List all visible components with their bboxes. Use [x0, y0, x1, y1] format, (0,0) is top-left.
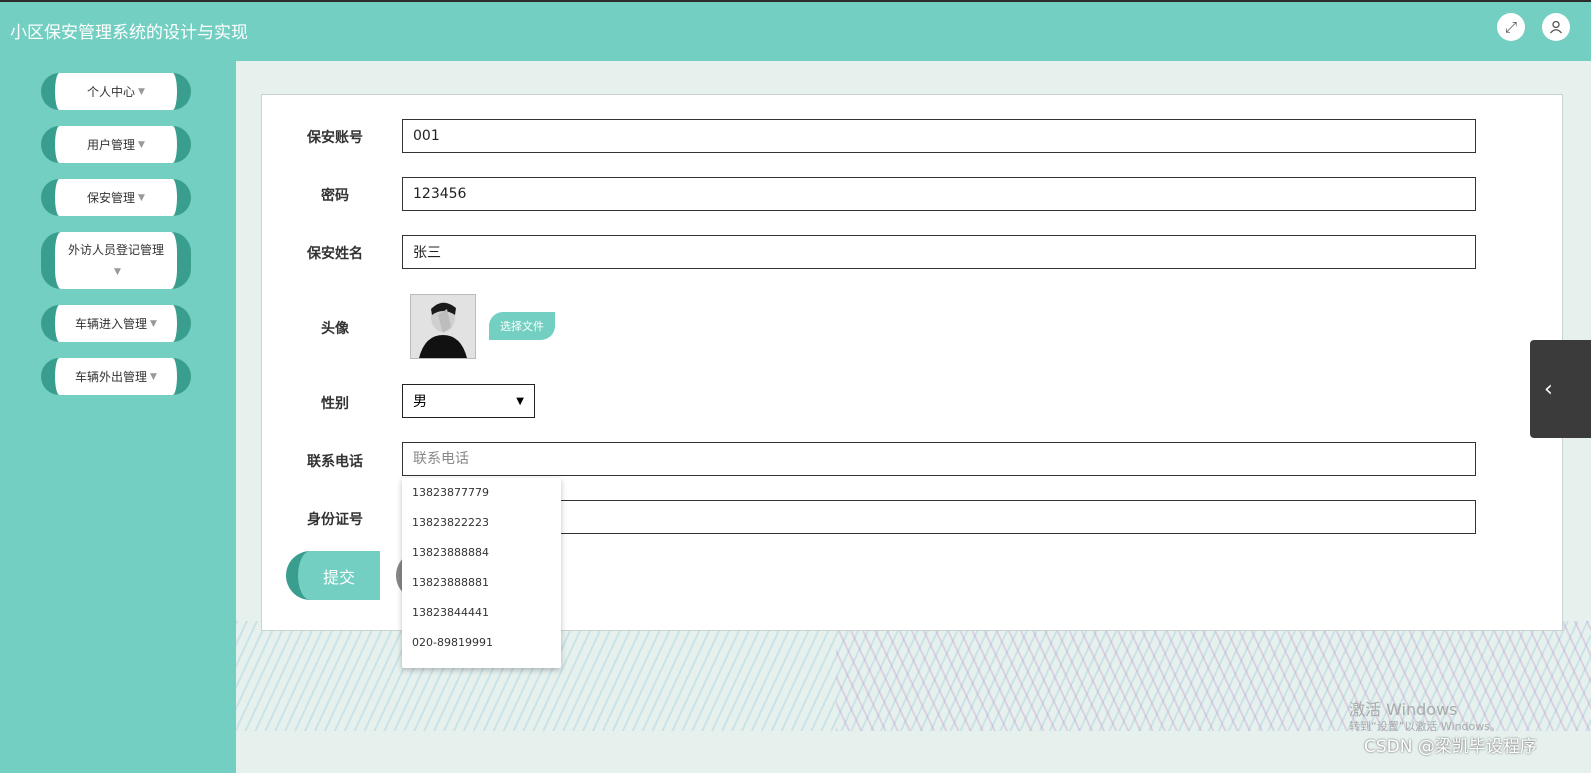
- sidebar-item-user-management[interactable]: 用户管理 ▼: [41, 126, 191, 163]
- watermark-csdn: CSDN @梁凯毕设程序: [1364, 737, 1537, 757]
- submit-button[interactable]: 提交: [286, 551, 380, 600]
- sidebar-item-vehicle-entry[interactable]: 车辆进入管理 ▼: [41, 305, 191, 342]
- gender-select[interactable]: 男 ▼: [402, 384, 535, 418]
- gender-label: 性别: [321, 396, 349, 412]
- autocomplete-option[interactable]: 13823844441: [402, 598, 561, 628]
- caret-down-icon: ▼: [150, 318, 157, 329]
- caret-down-icon: ▼: [114, 266, 121, 277]
- sidebar: 个人中心 ▼ 用户管理 ▼ 保安管理 ▼ 外访人员登记管理▼ 车辆进入管理 ▼ 车辆外出…: [0, 61, 236, 773]
- caret-down-icon: ▼: [150, 371, 157, 382]
- autocomplete-option[interactable]: 020-89819991: [402, 628, 561, 658]
- phone-input[interactable]: [402, 442, 1476, 476]
- sidebar-item-label: 车辆进入管理: [75, 316, 148, 331]
- choose-file-button[interactable]: 选择文件: [489, 312, 555, 340]
- sidebar-item-guard-management[interactable]: 保安管理 ▼: [41, 179, 191, 216]
- autocomplete-option[interactable]: 13823888881: [402, 568, 561, 598]
- app-title: 小区保安管理系统的设计与实现: [10, 23, 248, 43]
- fullscreen-icon[interactable]: ⤢: [1497, 13, 1525, 41]
- sidebar-item-vehicle-exit[interactable]: 车辆外出管理 ▼: [41, 358, 191, 395]
- sidebar-item-label: 车辆外出管理: [75, 369, 148, 384]
- watermark-activate-windows: 激活 Windows: [1349, 700, 1458, 719]
- avatar-image: [410, 294, 476, 359]
- name-label: 保安姓名: [307, 246, 363, 262]
- avatar-label: 头像: [321, 321, 349, 337]
- decorative-wave: [836, 621, 1591, 731]
- account-input[interactable]: [402, 119, 1476, 153]
- name-input[interactable]: [402, 235, 1476, 269]
- idcard-input[interactable]: [402, 500, 1476, 534]
- caret-down-icon: ▼: [138, 192, 145, 203]
- sidebar-item-label: 个人中心: [87, 84, 136, 99]
- password-label: 密码: [321, 188, 349, 204]
- caret-down-icon: ▼: [138, 86, 145, 97]
- gender-value: 男: [413, 394, 427, 410]
- autocomplete-dropdown: 13823877779 13823822223 13823888884 1382…: [402, 478, 561, 668]
- sidebar-item-visitor-registration[interactable]: 外访人员登记管理 ▼: [41, 232, 191, 289]
- chevron-down-icon: ▼: [516, 395, 524, 407]
- autocomplete-option[interactable]: 13823877779: [402, 478, 561, 508]
- sidebar-item-personal-center[interactable]: 个人中心 ▼: [41, 73, 191, 110]
- autocomplete-option[interactable]: 13823822223: [402, 508, 561, 538]
- top-bar: 小区保安管理系统的设计与实现 ⤢: [0, 0, 1591, 61]
- account-label: 保安账号: [307, 130, 363, 146]
- sidebar-item-label: 保安管理: [87, 190, 136, 205]
- chevron-left-icon: ‹: [1544, 376, 1553, 402]
- user-icon[interactable]: [1542, 13, 1570, 41]
- autocomplete-option[interactable]: 13823888884: [402, 538, 561, 568]
- password-input[interactable]: [402, 177, 1476, 211]
- sidebar-item-label: 用户管理: [87, 137, 136, 152]
- side-panel-toggle[interactable]: ‹: [1530, 340, 1591, 438]
- phone-label: 联系电话: [307, 454, 363, 470]
- sidebar-item-label: 外访人员登记管理: [68, 242, 165, 257]
- caret-down-icon: ▼: [138, 139, 145, 150]
- idcard-label: 身份证号: [307, 512, 363, 528]
